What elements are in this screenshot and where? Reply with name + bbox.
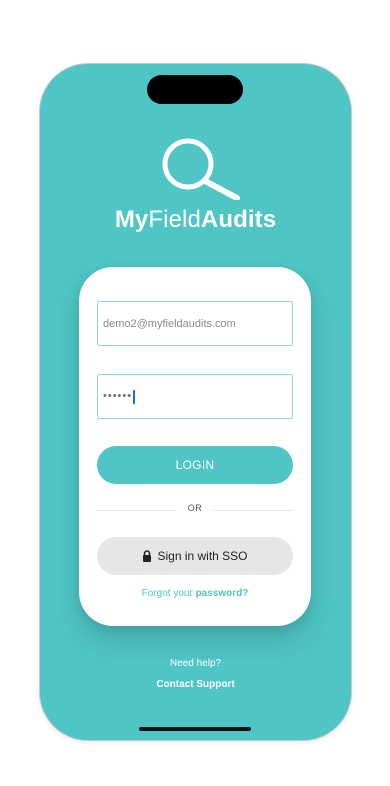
password-value: ••••••	[103, 390, 133, 402]
lock-icon	[143, 550, 152, 562]
email-field[interactable]	[97, 301, 293, 346]
or-label: OR	[187, 503, 203, 513]
forgot-password: Forgot your password?	[79, 588, 311, 599]
sso-button[interactable]: Sign in with SSO	[97, 537, 293, 575]
login-card: •••••• LOGIN OR Sign in with SSO Forgot …	[79, 267, 311, 626]
brand-part-my: My	[114, 206, 149, 233]
sso-label: Sign in with SSO	[157, 549, 248, 563]
home-indicator	[139, 727, 251, 731]
brand-part-audits: Audits	[200, 206, 277, 233]
forgot-password-link[interactable]: password?	[196, 588, 249, 599]
divider-line-right	[213, 510, 293, 511]
need-help-text: Need help?	[169, 658, 222, 669]
brand-name: MyFieldAudits	[40, 206, 351, 234]
contact-support-link[interactable]: Contact Support	[40, 679, 351, 690]
magnifier-icon	[162, 138, 240, 200]
password-field[interactable]: ••••••	[97, 374, 293, 419]
forgot-prefix: Forgot your	[141, 588, 196, 599]
login-button[interactable]: LOGIN	[97, 446, 293, 484]
dynamic-island	[147, 75, 243, 104]
text-caret	[133, 389, 135, 404]
or-divider: OR	[97, 503, 293, 517]
phone-frame: MyFieldAudits •••••• LOGIN OR Sign in wi…	[40, 64, 351, 740]
brand-part-field: Field	[148, 206, 201, 233]
